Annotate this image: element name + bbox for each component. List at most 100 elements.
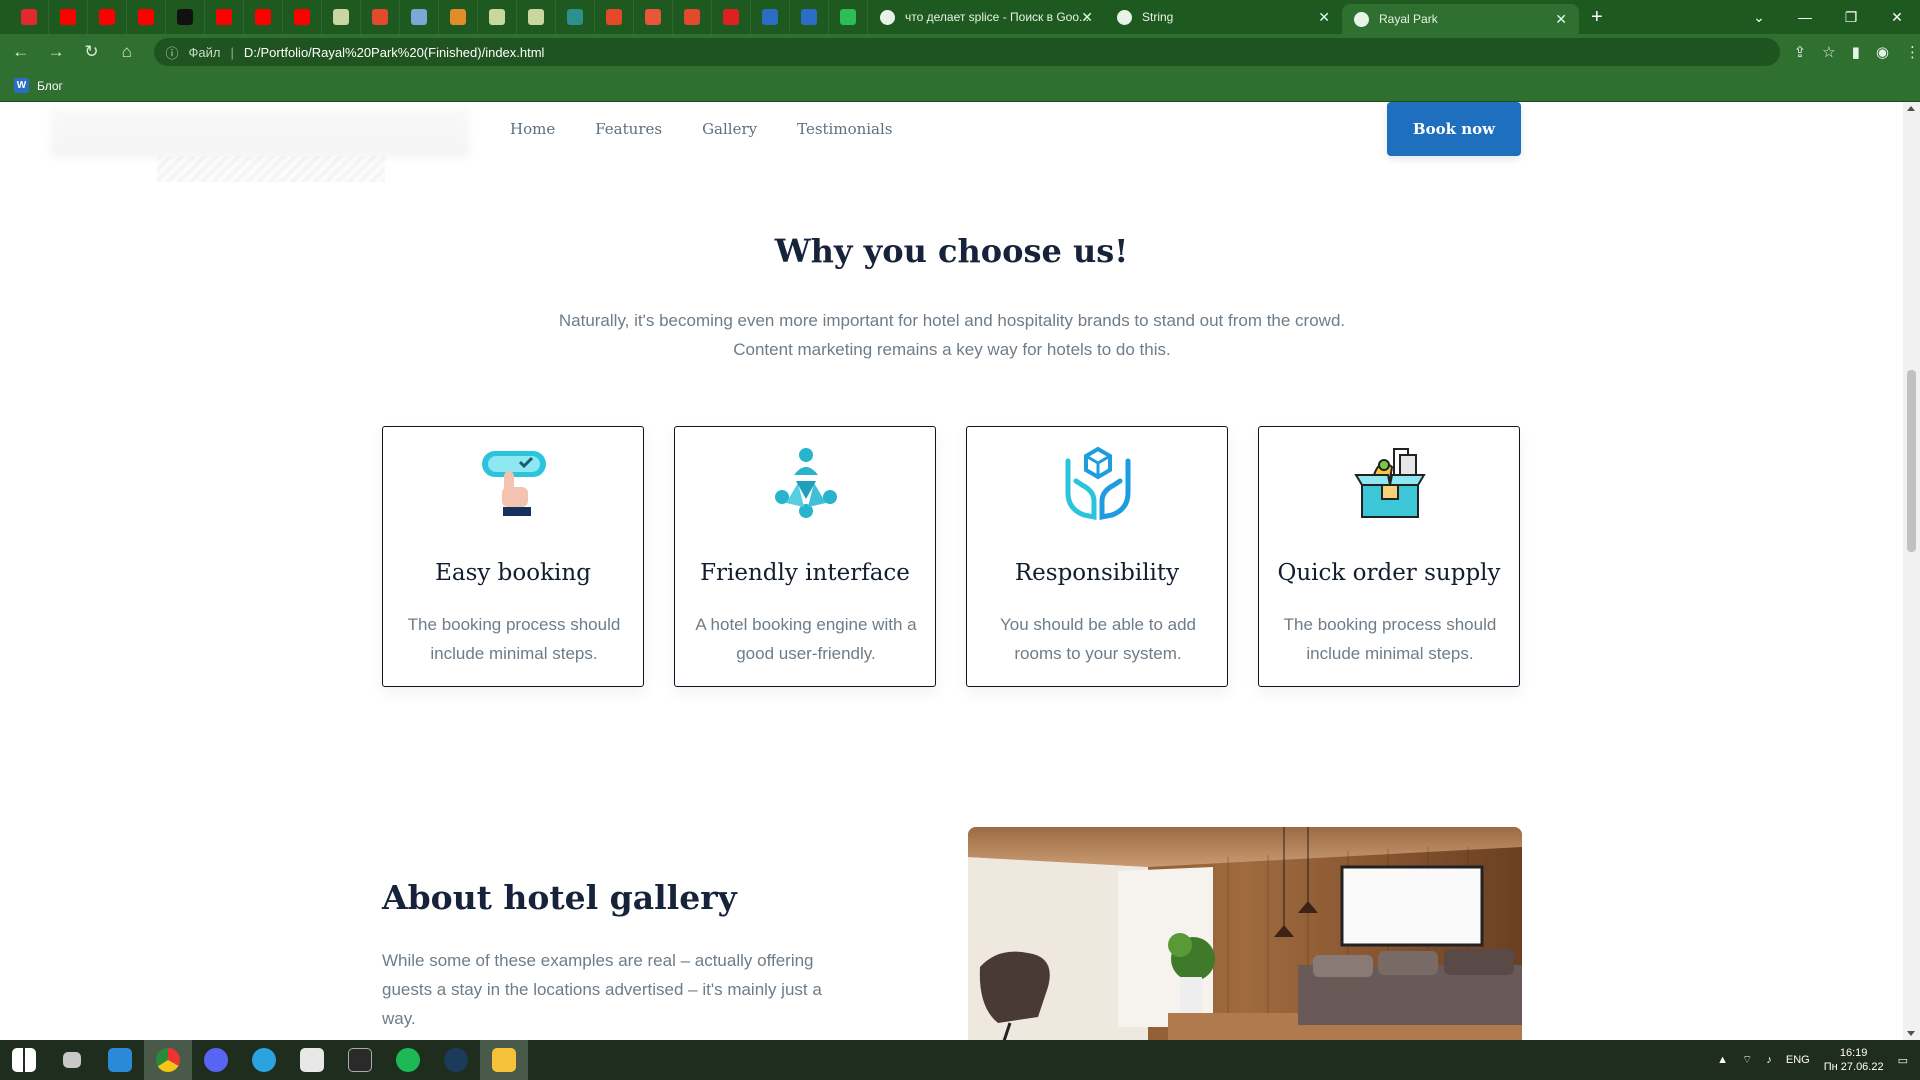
hands-cube-icon <box>1065 446 1131 521</box>
scroll-down-icon[interactable] <box>1907 1031 1915 1036</box>
tab-google-search[interactable]: что делает splice - Поиск в Goo... ✕ <box>868 0 1105 34</box>
feature-card-friendly-interface[interactable]: Friendly interface A hotel booking engin… <box>674 426 936 687</box>
card-text: A hotel booking engine with a good user-… <box>695 615 917 663</box>
pinned-tab-favicon-icon <box>255 9 271 25</box>
epic-games-icon[interactable] <box>336 1040 384 1080</box>
feature-card-quick-order-supply[interactable]: Quick order supply The booking process s… <box>1258 426 1520 687</box>
card-title: Responsibility <box>1014 560 1180 586</box>
why-subtitle: Naturally, it's becoming even more impor… <box>558 311 1346 359</box>
browser-tab-strip: что делает splice - Поиск в Goo... ✕ Str… <box>0 0 1920 34</box>
side-panel-icon[interactable]: ▮ <box>1852 43 1860 61</box>
card-text: The booking process should include minim… <box>1283 615 1497 663</box>
info-icon[interactable]: ⓘ <box>166 43 179 62</box>
pinned-tab[interactable] <box>88 0 127 34</box>
feature-card-responsibility[interactable]: Responsibility You should be able to add… <box>966 426 1228 687</box>
scrollbar-thumb[interactable] <box>1907 370 1916 552</box>
new-tab-icon[interactable]: + <box>1591 6 1603 29</box>
supply-box-icon <box>1354 448 1426 518</box>
discord-icon[interactable] <box>192 1040 240 1080</box>
close-icon[interactable]: ✕ <box>1081 9 1093 26</box>
pinned-tab[interactable] <box>322 0 361 34</box>
pinned-tab[interactable] <box>478 0 517 34</box>
spotify-icon[interactable] <box>384 1040 432 1080</box>
globe-icon <box>1117 9 1132 25</box>
pinned-tab[interactable] <box>166 0 205 34</box>
pinned-tab[interactable] <box>10 0 49 34</box>
address-bar[interactable]: ⓘ Файл | D:/Portfolio/Rayal%20Park%20(Fi… <box>153 38 1780 66</box>
pinned-tab[interactable] <box>205 0 244 34</box>
touch-button-icon <box>482 451 546 516</box>
pinned-tab[interactable] <box>751 0 790 34</box>
site-nav: Home Features Gallery Testimonials <box>510 120 893 138</box>
pinned-tab[interactable] <box>127 0 166 34</box>
pinned-tab[interactable] <box>790 0 829 34</box>
vscode-icon[interactable] <box>96 1040 144 1080</box>
pinned-tab-favicon-icon <box>21 9 37 25</box>
bookmark-blog[interactable]: Блог <box>37 79 63 93</box>
pinned-tab[interactable] <box>634 0 673 34</box>
tray-overflow-icon[interactable]: ▲ <box>1717 1054 1728 1066</box>
clock-date: Пн 27.06.22 <box>1823 1061 1884 1073</box>
profile-icon[interactable]: ◉ <box>1876 43 1889 61</box>
pinned-tab[interactable] <box>244 0 283 34</box>
pinned-tab[interactable] <box>400 0 439 34</box>
pinned-tab-favicon-icon <box>411 9 427 25</box>
pinned-tab-favicon-icon <box>333 9 349 25</box>
close-icon[interactable]: ✕ <box>1555 11 1567 28</box>
unity-icon[interactable] <box>288 1040 336 1080</box>
pinned-tab[interactable] <box>673 0 712 34</box>
pinned-tab-favicon-icon <box>684 9 700 25</box>
task-view-icon[interactable] <box>48 1040 96 1080</box>
pinned-tab[interactable] <box>829 0 868 34</box>
chrome-icon[interactable] <box>144 1040 192 1080</box>
url-text[interactable]: D:/Portfolio/Rayal%20Park%20(Finished)/i… <box>244 45 545 60</box>
page-viewport: Home Features Gallery Testimonials Book … <box>0 102 1903 1040</box>
home-icon[interactable]: ⌂ <box>112 42 141 62</box>
system-tray: ▲ ⌔ ♪ ENG 16:19 Пн 27.06.22 ▭ <box>1717 1040 1908 1080</box>
nav-features[interactable]: Features <box>595 120 662 138</box>
reload-icon[interactable]: ↻ <box>77 42 106 62</box>
file-explorer-icon[interactable] <box>480 1040 528 1080</box>
clock[interactable]: 16:19 Пн 27.06.22 <box>1824 1046 1884 1074</box>
close-icon[interactable]: ✕ <box>1318 9 1330 26</box>
volume-icon[interactable]: ♪ <box>1766 1054 1772 1066</box>
network-icon[interactable]: ⌔ <box>1742 1053 1752 1067</box>
pinned-tab[interactable] <box>283 0 322 34</box>
scroll-up-icon[interactable] <box>1907 106 1915 111</box>
nav-testimonials[interactable]: Testimonials <box>797 120 892 138</box>
pinned-tab[interactable] <box>595 0 634 34</box>
about-title: About hotel gallery <box>382 878 737 917</box>
steam-icon[interactable] <box>432 1040 480 1080</box>
minimize-icon[interactable]: — <box>1782 9 1828 25</box>
bookmarks-bar: W Блог <box>0 70 1920 102</box>
tab-search-icon[interactable]: ⌄ <box>1736 9 1782 26</box>
nav-gallery[interactable]: Gallery <box>702 120 757 138</box>
nav-home[interactable]: Home <box>510 120 555 138</box>
feature-card-easy-booking[interactable]: Easy booking The booking process should … <box>382 426 644 687</box>
menu-icon[interactable]: ⋮ <box>1905 43 1920 61</box>
pinned-tab[interactable] <box>517 0 556 34</box>
book-now-button[interactable]: Book now <box>1387 102 1521 156</box>
telegram-icon[interactable] <box>240 1040 288 1080</box>
windows-start-icon[interactable] <box>0 1040 48 1080</box>
back-icon[interactable]: ← <box>6 42 35 62</box>
pinned-tab[interactable] <box>712 0 751 34</box>
pinned-tab[interactable] <box>361 0 400 34</box>
restore-icon[interactable]: ❐ <box>1828 9 1874 26</box>
vertical-scrollbar[interactable] <box>1903 102 1920 1040</box>
pinned-tab-favicon-icon <box>177 9 193 25</box>
pinned-tab[interactable] <box>439 0 478 34</box>
about-text: While some of these examples are real – … <box>382 951 822 1028</box>
forward-icon[interactable]: → <box>41 42 70 62</box>
pinned-tab[interactable] <box>49 0 88 34</box>
tab-rayal-park[interactable]: Rayal Park ✕ <box>1342 4 1579 34</box>
share-icon[interactable]: ⇪ <box>1794 43 1807 61</box>
close-window-icon[interactable]: ✕ <box>1874 9 1920 26</box>
bookmark-star-icon[interactable]: ☆ <box>1822 43 1835 61</box>
card-text: You should be able to add rooms to your … <box>1000 615 1196 663</box>
language-indicator[interactable]: ENG <box>1786 1054 1810 1066</box>
tab-string[interactable]: String ✕ <box>1105 0 1342 34</box>
notifications-icon[interactable]: ▭ <box>1898 1054 1908 1067</box>
pinned-tab[interactable] <box>556 0 595 34</box>
tab-title: что делает splice - Поиск в Goo... <box>905 10 1090 24</box>
